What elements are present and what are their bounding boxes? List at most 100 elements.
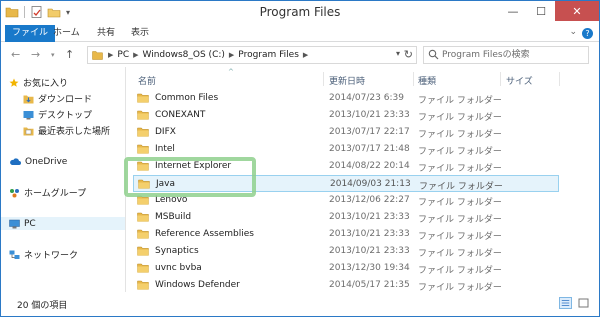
nav-onedrive[interactable]: OneDrive: [9, 155, 67, 168]
row-type: ファイル フォルダー: [418, 113, 502, 123]
window-controls: — ☐ ✕: [499, 1, 599, 21]
row-type: ファイル フォルダー: [418, 130, 502, 140]
folder-icon: [137, 161, 149, 171]
back-arrow-icon[interactable]: ←: [11, 48, 20, 61]
forward-arrow-icon[interactable]: →: [31, 48, 40, 61]
row-date: 2014/05/17 21:35: [329, 280, 410, 290]
help-icon[interactable]: ?: [582, 28, 593, 39]
folder-icon: [137, 144, 149, 154]
folder-icon: [92, 51, 103, 60]
table-row[interactable]: Windows Defender 2014/05/17 21:35 ファイル フォル…: [133, 277, 558, 292]
breadcrumb-separator-icon[interactable]: ▶: [108, 49, 113, 61]
row-name: Synaptics: [155, 246, 199, 256]
network-icon: [9, 250, 20, 259]
close-button[interactable]: ✕: [555, 1, 599, 21]
row-name: DIFX: [155, 127, 176, 137]
row-name: Internet Explorer: [155, 161, 232, 171]
breadcrumb-drive[interactable]: Windows8_OS (C:): [143, 49, 225, 61]
row-type: ファイル フォルダー: [418, 232, 502, 242]
desktop-icon: [23, 110, 34, 119]
nav-label: OneDrive: [25, 156, 68, 167]
tab-home[interactable]: ホーム: [45, 25, 88, 42]
row-date: 2013/12/06 22:27: [329, 195, 410, 205]
folder-icon: [137, 229, 149, 239]
file-list: ^ 名前 更新日時 種類 サイズ Common Files 2014/07/23 …: [126, 67, 599, 292]
column-header-name[interactable]: 名前: [138, 74, 156, 87]
search-icon: [428, 49, 439, 60]
column-separator[interactable]: [413, 72, 414, 86]
row-date: 2013/10/21 23:33: [329, 246, 410, 256]
row-date: 2013/12/30 19:34: [329, 263, 410, 273]
tab-share[interactable]: 共有: [89, 25, 123, 42]
table-row[interactable]: Internet Explorer 2014/08/22 20:14 ファイル フォ…: [133, 158, 558, 175]
table-row[interactable]: DIFX 2013/07/17 22:17 ファイル フォルダー: [133, 124, 558, 141]
nav-favorites[interactable]: お気に入り: [9, 76, 68, 89]
nav-recent-places[interactable]: 最近表示した場所: [23, 124, 110, 137]
row-name: Reference Assemblies: [155, 229, 254, 239]
maximize-button[interactable]: ☐: [527, 1, 555, 21]
row-name: uvnc bvba: [155, 263, 202, 273]
nav-label: お気に入り: [23, 79, 69, 89]
breadcrumb-separator-icon[interactable]: ▶: [303, 49, 308, 61]
minimize-button[interactable]: —: [499, 1, 527, 21]
breadcrumb-program-files[interactable]: Program Files: [238, 49, 299, 61]
row-name: Intel: [155, 144, 175, 154]
nav-downloads[interactable]: ダウンロード: [23, 92, 92, 105]
nav-desktop[interactable]: デスクトップ: [23, 108, 92, 121]
up-arrow-icon[interactable]: ↑: [65, 48, 74, 61]
table-row[interactable]: Common Files 2014/07/23 6:39 ファイル フォルダー: [133, 90, 558, 107]
row-type: ファイル フォルダー: [418, 96, 502, 106]
ribbon-tabs: ファイル ホーム 共有 表示 ⌄ ?: [1, 25, 599, 42]
cloud-icon: [10, 158, 21, 165]
breadcrumb-separator-icon[interactable]: ▶: [229, 49, 234, 61]
row-type: ファイル フォルダー: [418, 215, 502, 225]
table-row[interactable]: Synaptics 2013/10/21 23:33 ファイル フォルダー: [133, 243, 558, 260]
breadcrumb-separator-icon[interactable]: ▶: [133, 49, 138, 61]
row-date: 2014/07/23 6:39: [329, 93, 404, 103]
refresh-icon[interactable]: ↻: [404, 48, 413, 61]
column-separator[interactable]: [500, 72, 501, 86]
row-name: Windows Defender: [155, 280, 240, 290]
folder-icon: [138, 179, 150, 189]
navigation-pane: お気に入り ダウンロード デスクトップ 最近表示した場所 OneDrive ホー…: [1, 67, 125, 292]
sort-ascending-icon: ^: [228, 68, 234, 76]
nav-label: ホームグループ: [24, 189, 87, 199]
table-row[interactable]: Intel 2013/07/17 21:48 ファイル フォルダー: [133, 141, 558, 158]
table-row[interactable]: MSBuild 2013/10/21 23:33 ファイル フォルダー: [133, 209, 558, 226]
column-header-size[interactable]: サイズ: [506, 74, 533, 87]
column-separator[interactable]: [323, 72, 324, 86]
table-row[interactable]: uvnc bvba 2013/12/30 19:34 ファイル フォルダー: [133, 260, 558, 277]
details-view-icon[interactable]: [559, 297, 572, 309]
nav-network[interactable]: ネットワーク: [9, 248, 78, 261]
nav-homegroup[interactable]: ホームグループ: [9, 186, 86, 199]
table-row[interactable]: CONEXANT 2013/10/21 23:33 ファイル フォルダー: [133, 107, 558, 124]
table-row[interactable]: Java 2014/09/03 21:13 ファイル フォルダー: [133, 175, 559, 192]
breadcrumb: ▶ PC ▶ Windows8_OS (C:) ▶ Program Files …: [108, 49, 308, 61]
row-name: Common Files: [155, 93, 219, 103]
address-bar[interactable]: ▶ PC ▶ Windows8_OS (C:) ▶ Program Files …: [87, 46, 417, 64]
row-name: Java: [156, 179, 176, 189]
row-date: 2013/07/17 22:17: [329, 127, 410, 137]
row-name: MSBuild: [155, 212, 192, 222]
row-date: 2013/10/21 23:33: [329, 229, 410, 239]
table-row[interactable]: Lenovo 2013/12/06 22:27 ファイル フォルダー: [133, 192, 558, 209]
computer-icon: [9, 219, 20, 228]
nav-pc[interactable]: PC: [1, 217, 125, 230]
row-date: 2014/08/22 20:14: [329, 161, 410, 171]
search-box[interactable]: [423, 46, 589, 64]
large-icons-view-icon[interactable]: [577, 297, 590, 309]
table-row[interactable]: Reference Assemblies 2013/10/21 23:33 ファイル…: [133, 226, 558, 243]
row-date: 2013/07/17 21:48: [329, 144, 410, 154]
address-dropdown-icon[interactable]: ▾: [396, 49, 400, 58]
chevron-down-icon[interactable]: ⌄: [569, 27, 577, 37]
nav-label: 最近表示した場所: [38, 127, 111, 137]
folder-icon: [137, 195, 149, 205]
column-header-type[interactable]: 種類: [418, 74, 436, 87]
column-header-date[interactable]: 更新日時: [329, 74, 365, 87]
recent-dropdown-icon[interactable]: ▾: [51, 51, 55, 59]
nav-label: ネットワーク: [24, 251, 79, 261]
search-input[interactable]: [442, 47, 582, 63]
breadcrumb-pc[interactable]: PC: [117, 49, 129, 61]
tab-view[interactable]: 表示: [123, 25, 157, 42]
column-separator[interactable]: [559, 72, 560, 86]
